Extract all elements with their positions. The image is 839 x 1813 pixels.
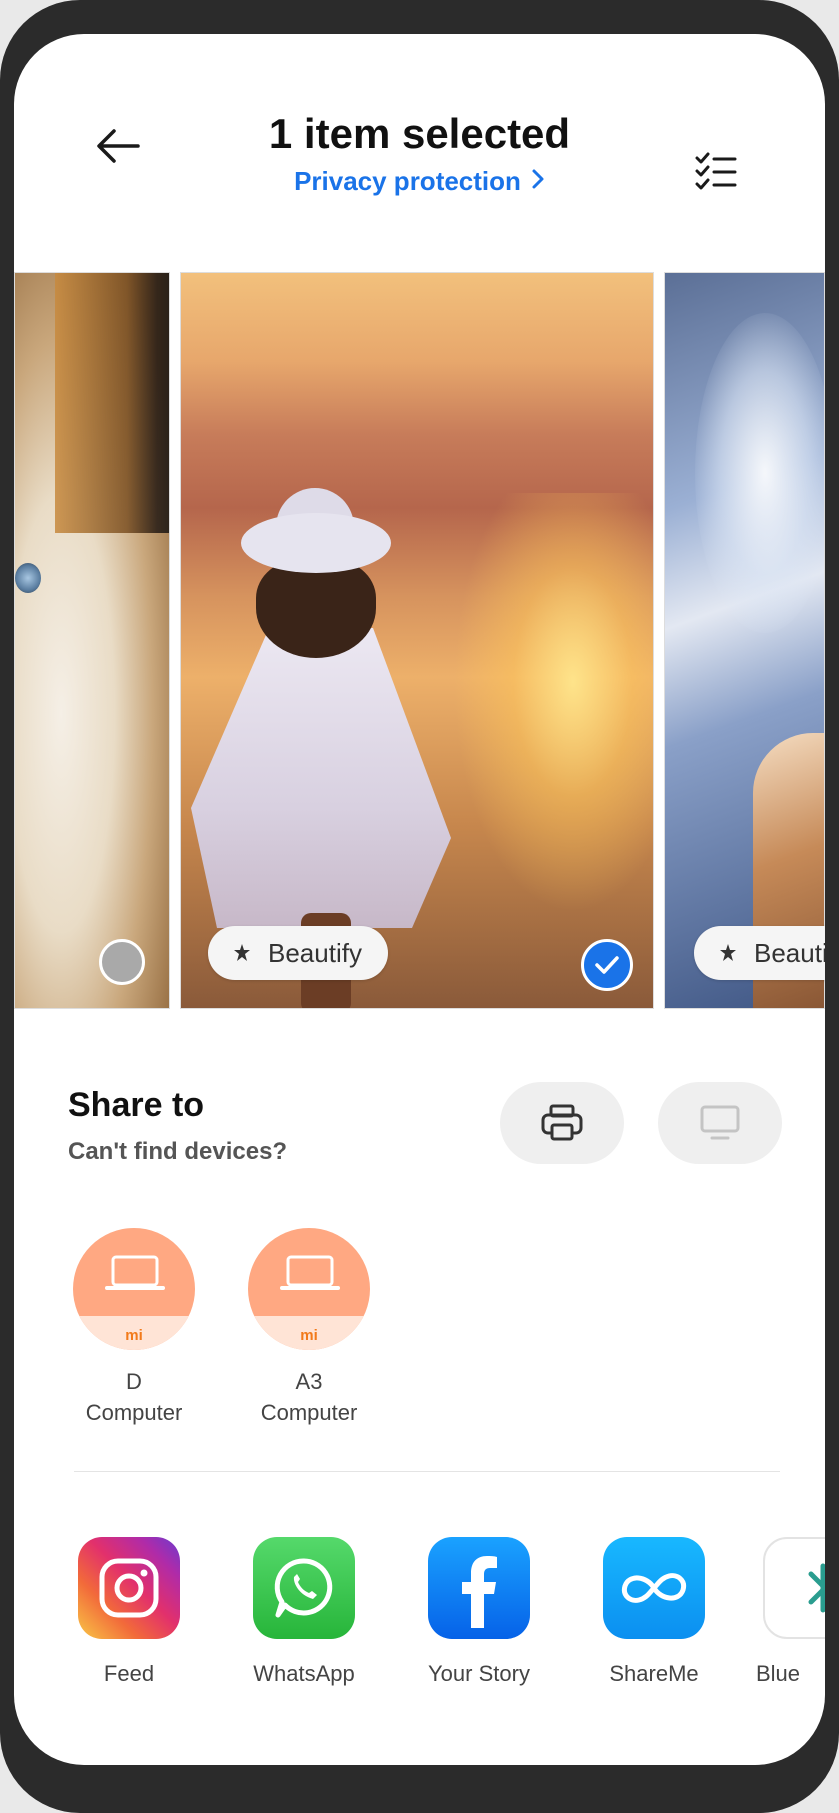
share-title: Share to xyxy=(68,1086,205,1124)
photo-thumbnail-cat[interactable] xyxy=(14,272,170,1009)
facebook-icon xyxy=(428,1537,530,1639)
girl-hair xyxy=(256,558,376,658)
multi-select-button[interactable] xyxy=(680,136,752,208)
cat-eye xyxy=(15,563,41,593)
device-d-computer[interactable]: mi D Computer xyxy=(49,1228,219,1428)
magic-wand-icon xyxy=(230,941,254,965)
cant-find-devices-link[interactable]: Can't find devices? xyxy=(68,1138,287,1166)
cast-screen-button[interactable] xyxy=(658,1082,782,1164)
monitor-icon xyxy=(700,1105,740,1140)
app-label: Your Story xyxy=(428,1661,530,1686)
bluetooth-icon xyxy=(763,1537,825,1639)
magic-wand-icon xyxy=(716,941,740,965)
checklist-icon xyxy=(695,152,737,190)
shareme-icon xyxy=(603,1537,705,1639)
device-avatar: mi xyxy=(248,1228,370,1350)
device-a3-computer[interactable]: mi A3 Computer xyxy=(224,1228,394,1428)
beautify-button[interactable]: Beautify xyxy=(208,926,388,980)
girl-dress xyxy=(191,628,451,928)
app-label: ShareMe xyxy=(609,1661,699,1686)
device-label: A3 Computer xyxy=(224,1366,394,1428)
chevron-right-icon xyxy=(531,166,545,197)
water-spray xyxy=(695,313,824,633)
device-type: Computer xyxy=(260,1400,358,1425)
photo-shade xyxy=(55,273,169,533)
share-app-bluetooth[interactable]: Blue xyxy=(754,1537,825,1687)
device-label: D Computer xyxy=(49,1366,219,1428)
laptop-icon xyxy=(280,1255,340,1290)
beautify-button-next[interactable]: Beauti xyxy=(694,926,825,980)
share-app-instagram-feed[interactable]: Feed xyxy=(54,1537,204,1687)
app-label: WhatsApp xyxy=(253,1661,355,1686)
beautify-label-next: Beauti xyxy=(754,937,825,968)
select-circle-unchecked[interactable] xyxy=(99,939,145,985)
photo-thumbnail-selected[interactable] xyxy=(180,272,654,1009)
app-label: Feed xyxy=(103,1661,155,1686)
photo-thumbnail-dog[interactable] xyxy=(664,272,825,1009)
beautify-label: Beautify xyxy=(268,937,362,968)
device-type: Computer xyxy=(85,1400,183,1425)
girl-hat xyxy=(241,513,391,573)
section-divider xyxy=(74,1471,780,1472)
share-screen: 1 item selected Privacy protection Beaut… xyxy=(14,34,825,1765)
mi-logo: mi xyxy=(300,1327,318,1344)
sun-reflection xyxy=(453,493,653,913)
instagram-icon xyxy=(78,1537,180,1639)
share-app-shareme[interactable]: ShareMe xyxy=(579,1537,729,1687)
privacy-protection-label: Privacy protection xyxy=(294,166,521,196)
device-name: A3 xyxy=(295,1369,323,1394)
printer-icon xyxy=(541,1104,583,1141)
share-app-whatsapp[interactable]: WhatsApp xyxy=(229,1537,379,1687)
print-button[interactable] xyxy=(500,1082,624,1164)
device-avatar: mi xyxy=(73,1228,195,1350)
select-circle-checked[interactable] xyxy=(581,939,633,991)
mi-logo: mi xyxy=(125,1327,143,1344)
whatsapp-icon xyxy=(253,1537,355,1639)
laptop-icon xyxy=(105,1255,165,1290)
device-name: D xyxy=(126,1369,142,1394)
app-label: Blue xyxy=(756,1661,801,1686)
share-app-facebook-story[interactable]: Your Story xyxy=(404,1537,554,1687)
checkmark-icon xyxy=(595,956,619,974)
